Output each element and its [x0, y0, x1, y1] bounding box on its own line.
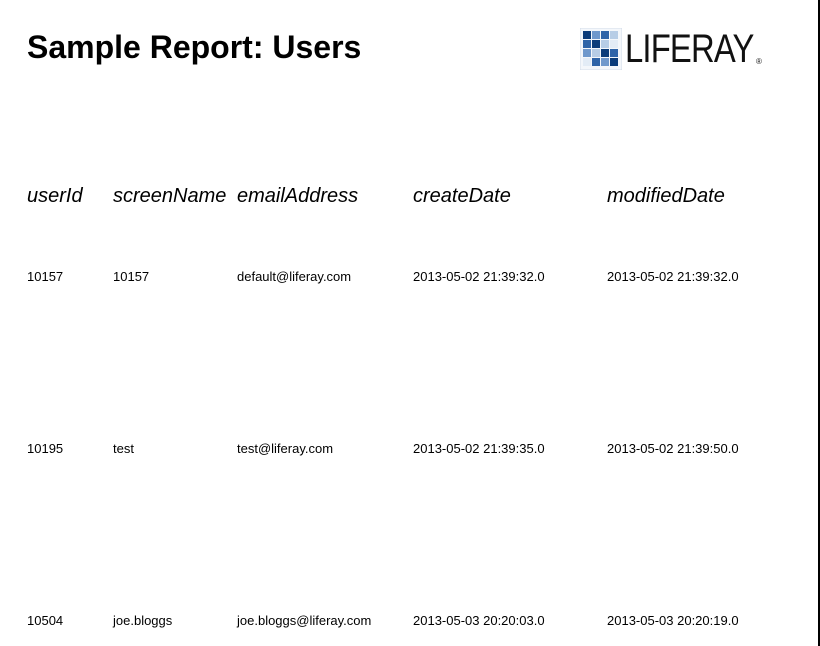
liferay-logo-icon: [580, 28, 622, 70]
cell-emailaddress: test@liferay.com: [237, 441, 334, 456]
cell-emailaddress: default@liferay.com: [237, 269, 352, 284]
cell-userid: 10195: [27, 441, 64, 456]
column-header-userid: userId: [27, 185, 83, 207]
column-header-screenname: screenName: [113, 185, 227, 207]
registered-mark: ®: [756, 57, 762, 66]
table-header: userId screenName emailAddress createDat…: [0, 183, 818, 209]
cell-modifieddate: 2013-05-02 21:39:50.0: [607, 441, 739, 456]
cell-createdate: 2013-05-03 20:20:03.0: [413, 613, 545, 628]
table-row: 10195 test test@liferay.com 2013-05-02 2…: [0, 440, 818, 458]
liferay-logo: LIFERAY ®: [580, 28, 762, 72]
column-header-emailaddress: emailAddress: [237, 185, 359, 207]
cell-screenname: test: [113, 441, 134, 456]
table-row: 10504 joe.bloggs joe.bloggs@liferay.com …: [0, 612, 818, 630]
cell-createdate: 2013-05-02 21:39:32.0: [413, 269, 545, 284]
report-page: Sample Report: Users LIFERAY ® userId sc…: [0, 0, 820, 646]
column-header-createdate: createDate: [413, 185, 511, 207]
cell-modifieddate: 2013-05-03 20:20:19.0: [607, 613, 739, 628]
cell-modifieddate: 2013-05-02 21:39:32.0: [607, 269, 739, 284]
cell-createdate: 2013-05-02 21:39:35.0: [413, 441, 545, 456]
liferay-wordmark: LIFERAY: [625, 27, 754, 71]
table-row: 10157 10157 default@liferay.com 2013-05-…: [0, 268, 818, 286]
cell-userid: 10504: [27, 613, 64, 628]
cell-userid: 10157: [27, 269, 64, 284]
cell-emailaddress: joe.bloggs@liferay.com: [237, 613, 372, 628]
cell-screenname: joe.bloggs: [113, 613, 173, 628]
cell-screenname: 10157: [113, 269, 150, 284]
report-title: Sample Report: Users: [27, 29, 362, 65]
column-header-modifieddate: modifiedDate: [607, 185, 725, 207]
